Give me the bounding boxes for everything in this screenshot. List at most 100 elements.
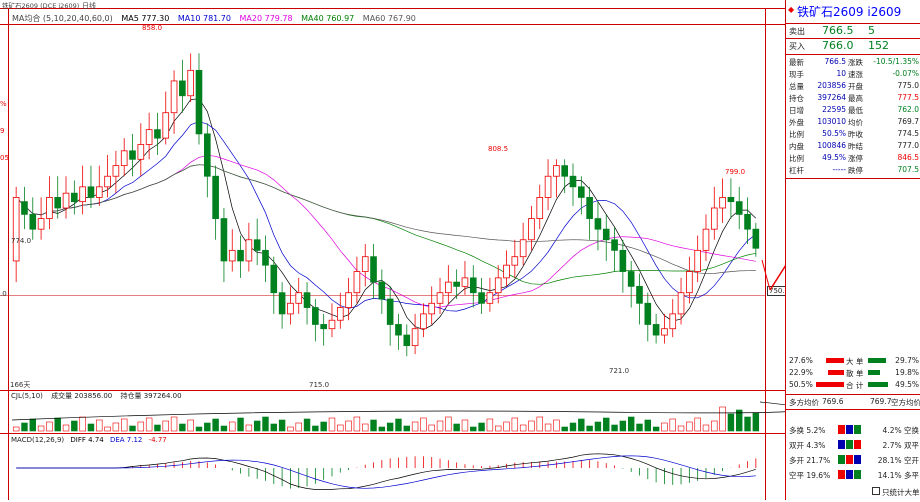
chart-svg	[0, 8, 805, 500]
candle	[345, 277, 352, 321]
candle	[636, 273, 643, 325]
candle	[686, 256, 693, 304]
candle	[95, 165, 103, 206]
volume-bar	[179, 423, 186, 432]
candle	[353, 256, 361, 304]
candle	[445, 265, 452, 304]
volume-bar	[461, 419, 469, 432]
volume-bar	[702, 424, 710, 432]
volume-bar	[428, 424, 435, 432]
sell-bar	[868, 370, 880, 375]
volume-bar	[278, 419, 286, 432]
volume-bar	[378, 426, 386, 432]
volume-bar	[187, 419, 194, 432]
axis-label-3: 05	[0, 154, 9, 162]
volume-bar	[104, 426, 111, 432]
volume-bar	[12, 426, 20, 432]
volume-bar	[752, 412, 760, 432]
volume-bar	[162, 420, 169, 432]
volume-bar	[719, 406, 726, 432]
candle	[237, 235, 244, 278]
candle	[727, 178, 735, 219]
volume-bar	[411, 421, 419, 432]
candle	[228, 229, 236, 272]
ma5-line	[15, 98, 757, 330]
sell-bar	[868, 358, 886, 363]
volume-bar	[519, 424, 527, 432]
candle	[253, 218, 261, 266]
candle	[137, 123, 145, 177]
volume-bar	[253, 420, 261, 432]
volume-bar	[54, 417, 61, 432]
candle	[312, 299, 319, 342]
candle	[320, 313, 327, 346]
volume-bar	[711, 420, 718, 432]
volume-bar	[145, 417, 153, 432]
volume-bar	[345, 420, 352, 432]
candle	[336, 292, 344, 329]
candle	[710, 186, 718, 240]
flow-row: 50.5% 合 计 49.5%	[789, 380, 919, 390]
volume-bar	[320, 421, 327, 432]
candle	[370, 244, 377, 300]
candle	[677, 277, 685, 325]
stat-row: 空平 19.6% 14.1% 多平	[789, 470, 919, 480]
high-label-2: 808.5	[488, 145, 509, 153]
candle	[328, 303, 336, 338]
ma20-line	[15, 154, 756, 308]
flag-icon: ◆	[788, 5, 795, 14]
volume-bar	[295, 422, 302, 432]
diff-line	[16, 453, 756, 490]
volume-bar	[204, 422, 211, 432]
candle	[752, 222, 760, 257]
volume-bar	[686, 421, 693, 432]
volume-bar	[270, 423, 278, 432]
volume-bar	[403, 425, 410, 432]
stat-bars	[838, 470, 862, 479]
candle	[187, 53, 194, 103]
volume-bar	[386, 422, 394, 432]
volume-bar	[528, 420, 535, 432]
checkbox[interactable]	[872, 487, 880, 495]
candle	[586, 186, 593, 240]
stat-row: 双开 4.3% 2.7% 双平	[789, 440, 919, 450]
checkbox-label: 只统计大单	[882, 488, 920, 497]
candle	[287, 286, 294, 325]
volume-bar	[137, 421, 145, 432]
ma5-value: MA5 777.30	[121, 14, 170, 23]
candle	[453, 269, 460, 300]
axis-label-4: .0	[0, 290, 7, 298]
big-order-checkbox-row[interactable]: 只统计大单	[786, 486, 920, 498]
volume-bar	[112, 422, 120, 432]
candle	[295, 277, 303, 314]
candle	[37, 197, 45, 240]
panel-title: 铁矿石2609 i2609	[797, 5, 902, 19]
candle	[569, 163, 577, 206]
candle	[735, 186, 743, 230]
volume-bar	[362, 423, 369, 432]
candle	[204, 123, 211, 198]
candle	[104, 155, 111, 198]
volume-bar	[370, 419, 377, 432]
period-label[interactable]: 日线	[82, 1, 96, 11]
axis-label-2: 9	[0, 127, 5, 135]
kline-chart-area[interactable]: 铁矿石2609 (DCE i2609) 日线 MA均合 (5,10,20,40,…	[0, 0, 805, 500]
candle	[602, 214, 610, 261]
quote-panel: ◆ 铁矿石2609 i2609 卖出 766.5 5 买入 766.0 152 …	[785, 0, 920, 500]
volume-bar	[46, 421, 53, 432]
volume-bar	[569, 422, 577, 432]
volume-bar	[644, 419, 652, 432]
volume-bar	[21, 422, 28, 432]
volume-bar	[436, 420, 444, 432]
candle	[669, 299, 677, 338]
stat-row: 多开 21.7% 28.1% 空开	[789, 455, 919, 465]
candle	[112, 150, 120, 194]
volume-bar	[312, 425, 319, 432]
volume-bar	[120, 418, 128, 432]
volume-bar	[170, 416, 178, 432]
high-label-3: 799.0	[725, 168, 746, 176]
volume-bar	[603, 417, 610, 432]
ma20-value: MA20 779.78	[239, 14, 293, 23]
candle	[661, 313, 668, 344]
volume-bar	[586, 425, 593, 432]
